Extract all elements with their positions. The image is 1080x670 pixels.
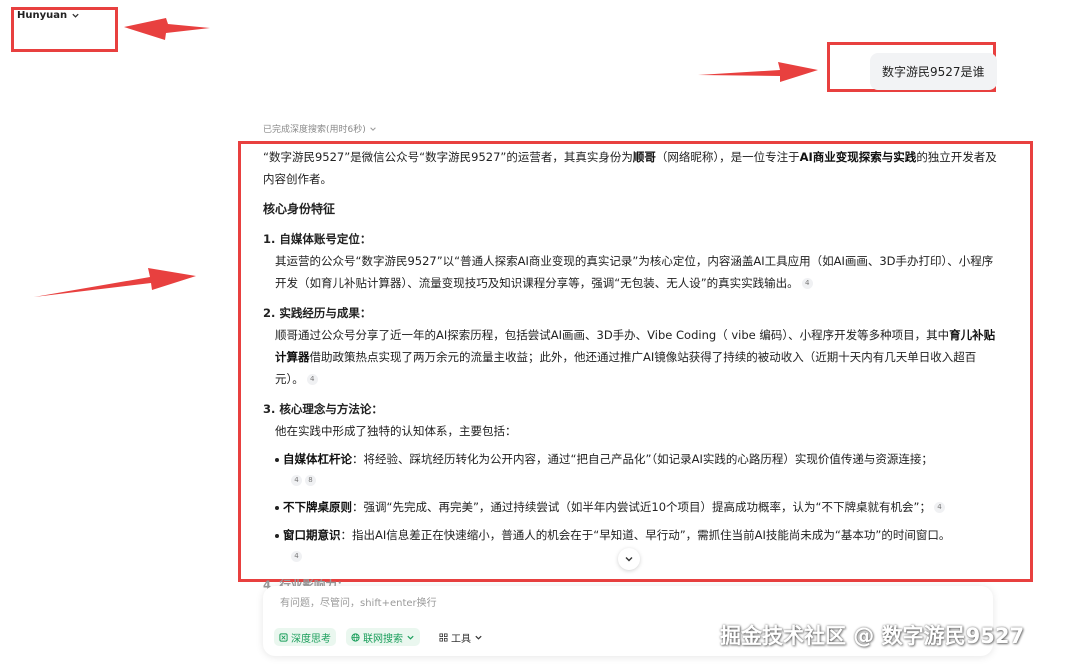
chevron-down-icon <box>475 635 482 640</box>
answer-intro: “数字游民9527”是微信公众号“数字游民9527”的运营者，其真实身份为顺哥（… <box>263 146 1003 190</box>
colon: ： <box>371 402 383 416</box>
list-item: 不下牌桌原则：强调“先完成、再完美”，通过持续尝试（如半年内尝试近10个项目）提… <box>263 496 1003 518</box>
web-search-toggle[interactable]: 联网搜索 <box>346 628 420 646</box>
section-body: 顺哥通过公众号分享了近一年的AI探索历程，包括尝试AI画画、3D手办、Vibe … <box>263 324 1003 390</box>
arrow-to-answer-icon <box>34 268 196 297</box>
bullet-text: ：将经验、踩坑经历转化为公开内容，通过“把自己产品化”（如记录AI实践的心路历程… <box>352 452 933 466</box>
tools-menu-button[interactable]: 工具 <box>434 628 488 646</box>
section-title: 2. 实践经历与成果： <box>263 302 1003 324</box>
intro-name: 顺哥 <box>632 150 656 164</box>
search-status-text: 已完成深度搜索(用时6秒) <box>263 125 366 135</box>
bullet-text: ：指出AI信息差正在快速缩小，普通人的机会在于“早知道、早行动”，需抓住当前AI… <box>340 528 951 542</box>
globe-icon <box>351 632 360 642</box>
list-item: 窗口期意识：指出AI信息差正在快速缩小，普通人的机会在于“早知道、早行动”，需抓… <box>263 524 1003 546</box>
section-title-text: 3. 核心理念与方法论 <box>263 402 372 416</box>
intro-focus: AI商业变现探索与实践 <box>799 150 917 164</box>
bullet-dot <box>275 457 279 462</box>
user-message-text: 数字游民9527是谁 <box>882 65 985 79</box>
section-body: 他在实践中形成了独特的认知体系，主要包括： <box>275 424 517 438</box>
scroll-to-bottom-button[interactable] <box>618 548 640 570</box>
bullet-dot <box>275 505 279 510</box>
citation-badge[interactable]: 4 <box>306 374 318 385</box>
tools-label: 工具 <box>451 633 471 645</box>
section-title-text: 2. 实践经历与成果 <box>263 306 360 320</box>
colon: ： <box>359 306 372 320</box>
deep-think-label: 深度思考 <box>291 633 331 645</box>
tools-grid-icon <box>439 632 448 642</box>
citation-badge[interactable]: 4 <box>801 278 813 289</box>
section-title: 3. 核心理念与方法论： <box>263 398 1003 420</box>
section-body-text: 其运营的公众号“数字游民9527”以“普通人探索AI商业变现的真实记录”为核心定… <box>275 254 994 290</box>
arrow-to-model-icon <box>124 18 210 40</box>
list-item: 自媒体杠杆论：将经验、踩坑经历转化为公开内容，通过“把自己产品化”（如记录AI实… <box>263 448 1003 470</box>
chevron-down-icon <box>407 635 414 640</box>
user-message-bubble: 数字游民9527是谁 <box>870 53 997 90</box>
intro-text: （网络昵称），是一位专注于 <box>655 150 800 164</box>
assistant-answer: “数字游民9527”是微信公众号“数字游民9527”的运营者，其真实身份为顺哥（… <box>263 146 1003 596</box>
citation-badge[interactable]: 4 <box>933 502 945 513</box>
search-status-toggle[interactable]: 已完成深度搜索(用时6秒) <box>263 122 377 135</box>
citation-badge[interactable]: 4 <box>291 475 302 486</box>
watermark: 掘金技术社区 @ 数字游民9527 <box>720 624 1025 648</box>
colon: ： <box>359 232 372 246</box>
deep-think-toggle[interactable]: 深度思考 <box>274 628 336 646</box>
bullet-label: 不下牌桌原则 <box>283 500 352 514</box>
bullet-text: ：强调“先完成、再完美”，通过持续尝试（如半年内尝试近10个项目）提高成功概率，… <box>352 500 931 514</box>
arrow-down-icon <box>625 557 633 562</box>
deep-think-icon <box>279 632 288 642</box>
citation-badge[interactable]: 8 <box>305 475 316 486</box>
citation-badge[interactable]: 4 <box>291 551 302 562</box>
bullet-label: 窗口期意识 <box>283 528 341 542</box>
section-title: 1. 自媒体账号定位： <box>263 228 1003 250</box>
chat-input[interactable]: 有问题，尽管问，shift+enter换行 <box>280 594 437 609</box>
arrow-to-question-icon <box>698 62 818 82</box>
citation-row: 48 <box>263 470 1003 490</box>
bullet-dot <box>275 533 279 538</box>
section-title-text: 1. 自媒体账号定位 <box>263 232 360 246</box>
bullet-label: 自媒体杠杆论 <box>283 452 352 466</box>
intro-text: “数字游民9527”是微信公众号“数字游民9527”的运营者，其真实身份为 <box>263 150 633 164</box>
web-search-label: 联网搜索 <box>363 633 403 645</box>
section-body-text: 顺哥通过公众号分享了近一年的AI探索历程，包括尝试AI画画、3D手办、Vibe … <box>275 328 950 342</box>
chevron-down-icon <box>369 126 376 131</box>
section-body-text: 借助政策热点实现了两万余元的流量主收益；此外，他还通过推广AI镜像站获得了持续的… <box>275 350 977 386</box>
section-body: 其运营的公众号“数字游民9527”以“普通人探索AI商业变现的真实记录”为核心定… <box>263 250 1003 294</box>
section-heading: 核心身份特征 <box>263 202 336 216</box>
